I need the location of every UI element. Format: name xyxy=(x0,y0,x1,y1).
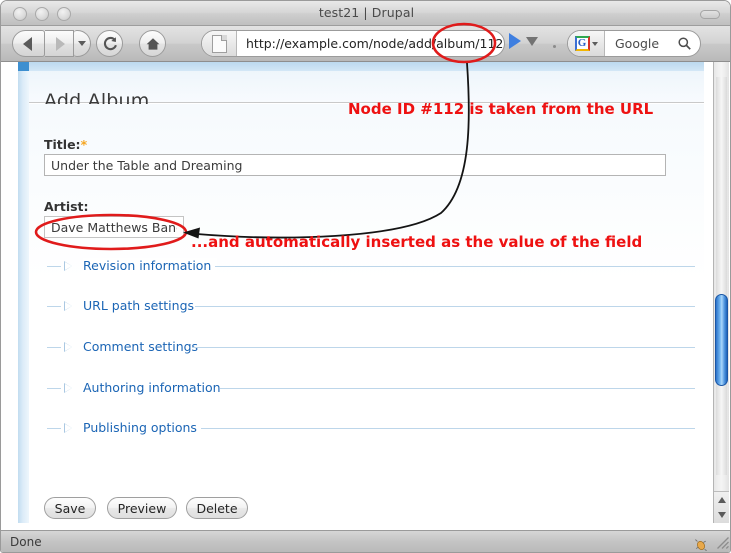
fieldset-authoring-information[interactable]: Authoring information xyxy=(47,380,695,396)
artist-field-label-text: Artist: xyxy=(44,199,89,214)
fieldset-rule-left xyxy=(47,266,61,267)
node-form: Title:* Artist: Revision information xyxy=(29,104,704,523)
fieldset-rule-left xyxy=(47,347,61,348)
scroll-down-icon[interactable] xyxy=(718,512,726,518)
scrollbar-track[interactable] xyxy=(716,77,727,475)
browser-toolbar: http://example.com/node/add/album/112 G … xyxy=(1,26,730,62)
reload-icon xyxy=(103,36,117,50)
go-button-group[interactable] xyxy=(509,33,538,49)
forward-button[interactable] xyxy=(45,30,74,57)
fieldset-url-path-settings[interactable]: URL path settings xyxy=(47,298,695,314)
arrow-right-icon xyxy=(55,36,65,51)
title-field-label: Title:* xyxy=(44,137,87,152)
page-left-gutter xyxy=(1,62,29,523)
browser-window: test21 | Drupal http://example.com/node/… xyxy=(0,0,731,553)
fieldset-rule-left xyxy=(47,428,61,429)
fieldset-rule-right xyxy=(192,347,695,348)
vertical-scrollbar[interactable] xyxy=(713,62,729,523)
fieldset-publishing-options[interactable]: Publishing options xyxy=(47,420,695,436)
history-dropdown-button[interactable] xyxy=(74,30,91,57)
save-button[interactable]: Save xyxy=(44,497,96,519)
toolbar-separator-dot xyxy=(553,45,556,48)
fieldset-legend[interactable]: URL path settings xyxy=(83,298,201,313)
scrollbar-arrow-buttons[interactable] xyxy=(714,491,729,523)
chevron-down-icon xyxy=(591,41,598,46)
search-bar[interactable]: G Google xyxy=(567,30,701,57)
gutter-gradient-strip xyxy=(18,62,29,523)
home-button[interactable] xyxy=(139,30,166,57)
go-arrow-icon[interactable] xyxy=(509,33,521,49)
drupal-page: Add Album Title:* Artist: xyxy=(29,62,704,523)
search-input[interactable]: Google xyxy=(605,36,674,51)
google-logo-icon: G xyxy=(574,36,590,51)
gutter-accent-square xyxy=(18,62,29,71)
scroll-up-icon[interactable] xyxy=(718,497,726,503)
fieldset-rule-right xyxy=(195,306,695,307)
triangle-inner-fill-icon xyxy=(65,262,72,270)
required-marker-icon: * xyxy=(80,137,88,152)
triangle-inner-fill-icon xyxy=(65,384,72,392)
fieldset-rule-left xyxy=(47,306,61,307)
bug-icon[interactable] xyxy=(695,536,708,551)
home-icon xyxy=(146,37,159,50)
window-title: test21 | Drupal xyxy=(318,5,415,20)
title-input[interactable] xyxy=(44,154,666,176)
address-bar[interactable]: http://example.com/node/add/album/112 xyxy=(201,30,505,57)
artist-input[interactable] xyxy=(44,216,184,238)
fieldset-legend[interactable]: Comment settings xyxy=(83,339,205,354)
window-resize-grip[interactable] xyxy=(715,535,730,550)
page-favicon-zone xyxy=(202,31,237,56)
fieldset-legend[interactable]: Authoring information xyxy=(83,380,227,395)
preview-button[interactable]: Preview xyxy=(107,497,177,519)
page-viewport: Add Album Title:* Artist: xyxy=(1,62,730,523)
window-titlebar[interactable]: test21 | Drupal xyxy=(1,1,730,26)
fieldset-rule-left xyxy=(47,388,61,389)
annotation-field-note: ...and automatically inserted as the val… xyxy=(191,233,643,251)
fieldset-rule-right xyxy=(220,388,695,389)
fieldset-rule-right xyxy=(215,266,695,267)
annotation-url-note: Node ID #112 is taken from the URL xyxy=(348,100,654,118)
toolbar-toggle-pill-icon[interactable] xyxy=(700,10,720,19)
artist-field-label: Artist: xyxy=(44,199,89,214)
delete-button[interactable]: Delete xyxy=(186,497,248,519)
title-field-label-text: Title: xyxy=(44,137,81,152)
document-icon xyxy=(211,34,227,53)
fieldset-legend[interactable]: Publishing options xyxy=(83,420,203,435)
page-top-band xyxy=(29,62,704,71)
navigation-button-group xyxy=(12,30,91,57)
scrollbar-thumb[interactable] xyxy=(715,294,728,386)
fieldset-revision-information[interactable]: Revision information xyxy=(47,258,695,274)
fieldset-legend[interactable]: Revision information xyxy=(83,258,218,273)
browser-window-screenshot: test21 | Drupal http://example.com/node/… xyxy=(0,0,731,553)
search-engine-selector[interactable]: G xyxy=(568,31,605,56)
address-bar-value: http://example.com/node/add/album/112 xyxy=(246,36,504,51)
go-dropdown-icon[interactable] xyxy=(526,36,538,46)
chevron-down-icon xyxy=(78,41,86,46)
status-text: Done xyxy=(10,535,42,549)
arrow-left-icon xyxy=(23,36,32,51)
reload-button[interactable] xyxy=(96,30,123,57)
fieldset-rule-right xyxy=(201,428,695,429)
fieldset-comment-settings[interactable]: Comment settings xyxy=(47,339,695,355)
triangle-inner-fill-icon xyxy=(65,302,72,310)
triangle-inner-fill-icon xyxy=(65,343,72,351)
search-icon xyxy=(674,37,694,50)
back-button[interactable] xyxy=(12,30,45,57)
triangle-inner-fill-icon xyxy=(65,424,72,432)
status-bar: Done xyxy=(1,530,730,552)
